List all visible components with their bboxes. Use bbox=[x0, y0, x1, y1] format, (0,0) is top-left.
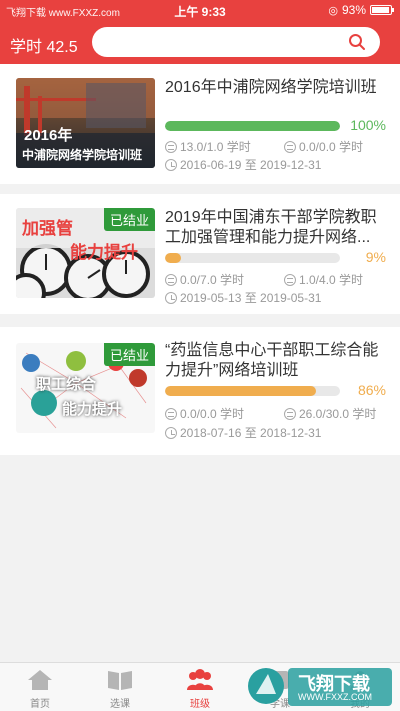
database-icon bbox=[165, 140, 177, 153]
tab-label: 班级 bbox=[190, 699, 210, 710]
thumb-text-line2: 能力提升 bbox=[62, 401, 123, 418]
elective-hours: 1.0/4.0 学时 bbox=[284, 271, 363, 288]
progress-bar bbox=[165, 121, 340, 131]
elective-hours-text: 0.0/0.0 学时 bbox=[299, 140, 364, 154]
thumb-text-title: 中浦院网络学院培训班 bbox=[22, 148, 143, 162]
status-right: ◎ 93% bbox=[328, 3, 394, 17]
progress-fill bbox=[165, 386, 316, 396]
elective-hours: 26.0/30.0 学时 bbox=[284, 405, 376, 422]
battery-icon bbox=[370, 5, 394, 15]
class-thumbnail: 职工综合 能力提升 已结业 bbox=[16, 343, 155, 433]
progress-percent: 100% bbox=[350, 117, 386, 133]
date-range-text: 2016-06-19 至 2019-12-31 bbox=[180, 158, 322, 172]
tab-courses[interactable]: 选课 bbox=[80, 663, 160, 711]
database-icon bbox=[165, 273, 177, 286]
database-icon bbox=[165, 407, 177, 420]
class-card[interactable]: 职工综合 能力提升 已结业 “药监信息中心干部职工综合能力提升”网络培训班 86… bbox=[0, 327, 400, 455]
class-card[interactable]: 加强管 能力提升 已结业 2019年中国浦东干部学院教职工加强管理和能力提升网络… bbox=[0, 194, 400, 314]
class-card[interactable]: 2016年 中浦院网络学院培训班 2016年中浦院网络学院培训班 100% 13… bbox=[0, 64, 400, 184]
progress-bar bbox=[165, 253, 340, 263]
clock-icon bbox=[165, 291, 177, 304]
thumb-text-line1: 加强管 bbox=[22, 219, 73, 238]
clock-icon bbox=[165, 158, 177, 171]
home-icon bbox=[28, 670, 52, 690]
group-icon bbox=[187, 669, 213, 690]
book-icon bbox=[108, 671, 132, 690]
class-title: 2016年中浦院网络学院培训班 bbox=[165, 79, 377, 96]
class-title: 2019年中国浦东干部学院教职工加强管理和能力提升网络... bbox=[165, 209, 377, 246]
tab-home[interactable]: 首页 bbox=[0, 663, 80, 711]
tab-label: 选课 bbox=[110, 699, 130, 710]
elective-hours-text: 26.0/30.0 学时 bbox=[299, 407, 377, 421]
class-thumbnail: 2016年 中浦院网络学院培训班 bbox=[16, 78, 155, 168]
required-hours-text: 0.0/7.0 学时 bbox=[180, 273, 245, 287]
database-icon bbox=[284, 407, 296, 420]
thumb-text-year: 2016年 bbox=[24, 127, 73, 144]
watermark-logo: 飞翔下载 WWW.FXXZ.COM bbox=[246, 664, 396, 710]
progress-fill bbox=[165, 253, 181, 263]
progress-bar bbox=[165, 386, 340, 396]
thumb-text-line1: 职工综合 bbox=[36, 376, 97, 393]
progress-percent: 9% bbox=[365, 249, 386, 265]
tab-label: 首页 bbox=[30, 699, 50, 710]
required-hours-text: 13.0/1.0 学时 bbox=[180, 140, 251, 154]
lock-rotation-icon: ◎ bbox=[328, 4, 338, 17]
study-hours: 学时 42.5 bbox=[10, 39, 78, 56]
date-range: 2018-07-16 至 2018-12-31 bbox=[165, 424, 321, 441]
app-header: 学时 42.5 bbox=[0, 22, 400, 64]
tab-class[interactable]: 班级 bbox=[160, 663, 240, 711]
watermark-url: WWW.FXXZ.COM bbox=[298, 692, 372, 702]
date-range: 2019-05-13 至 2019-05-31 bbox=[165, 289, 321, 306]
elective-hours: 0.0/0.0 学时 bbox=[284, 138, 363, 155]
date-range: 2016-06-19 至 2019-12-31 bbox=[165, 156, 321, 173]
required-hours: 0.0/7.0 学时 bbox=[165, 271, 244, 288]
status-bar: 飞翔下载 www.FXXZ.com 上午 9:33 ◎ 93% bbox=[0, 0, 400, 22]
thumb-text-line2: 能力提升 bbox=[70, 243, 138, 262]
battery-percent: 93% bbox=[341, 3, 366, 17]
date-range-text: 2018-07-16 至 2018-12-31 bbox=[180, 426, 322, 440]
class-title: “药监信息中心干部职工综合能力提升”网络培训班 bbox=[165, 342, 379, 379]
elective-hours-text: 1.0/4.0 学时 bbox=[299, 273, 364, 287]
progress-fill bbox=[165, 121, 340, 131]
date-range-text: 2019-05-13 至 2019-05-31 bbox=[180, 291, 322, 305]
database-icon bbox=[284, 273, 296, 286]
progress-percent: 86% bbox=[357, 382, 386, 398]
search-input[interactable] bbox=[92, 27, 380, 57]
class-thumbnail: 加强管 能力提升 已结业 bbox=[16, 208, 155, 298]
required-hours: 13.0/1.0 学时 bbox=[165, 138, 251, 155]
required-hours: 0.0/0.0 学时 bbox=[165, 405, 244, 422]
database-icon bbox=[284, 140, 296, 153]
completed-badge: 已结业 bbox=[103, 208, 155, 231]
search-icon[interactable] bbox=[348, 33, 366, 51]
completed-badge: 已结业 bbox=[103, 343, 155, 366]
clock-icon bbox=[165, 426, 177, 439]
required-hours-text: 0.0/0.0 学时 bbox=[180, 407, 245, 421]
